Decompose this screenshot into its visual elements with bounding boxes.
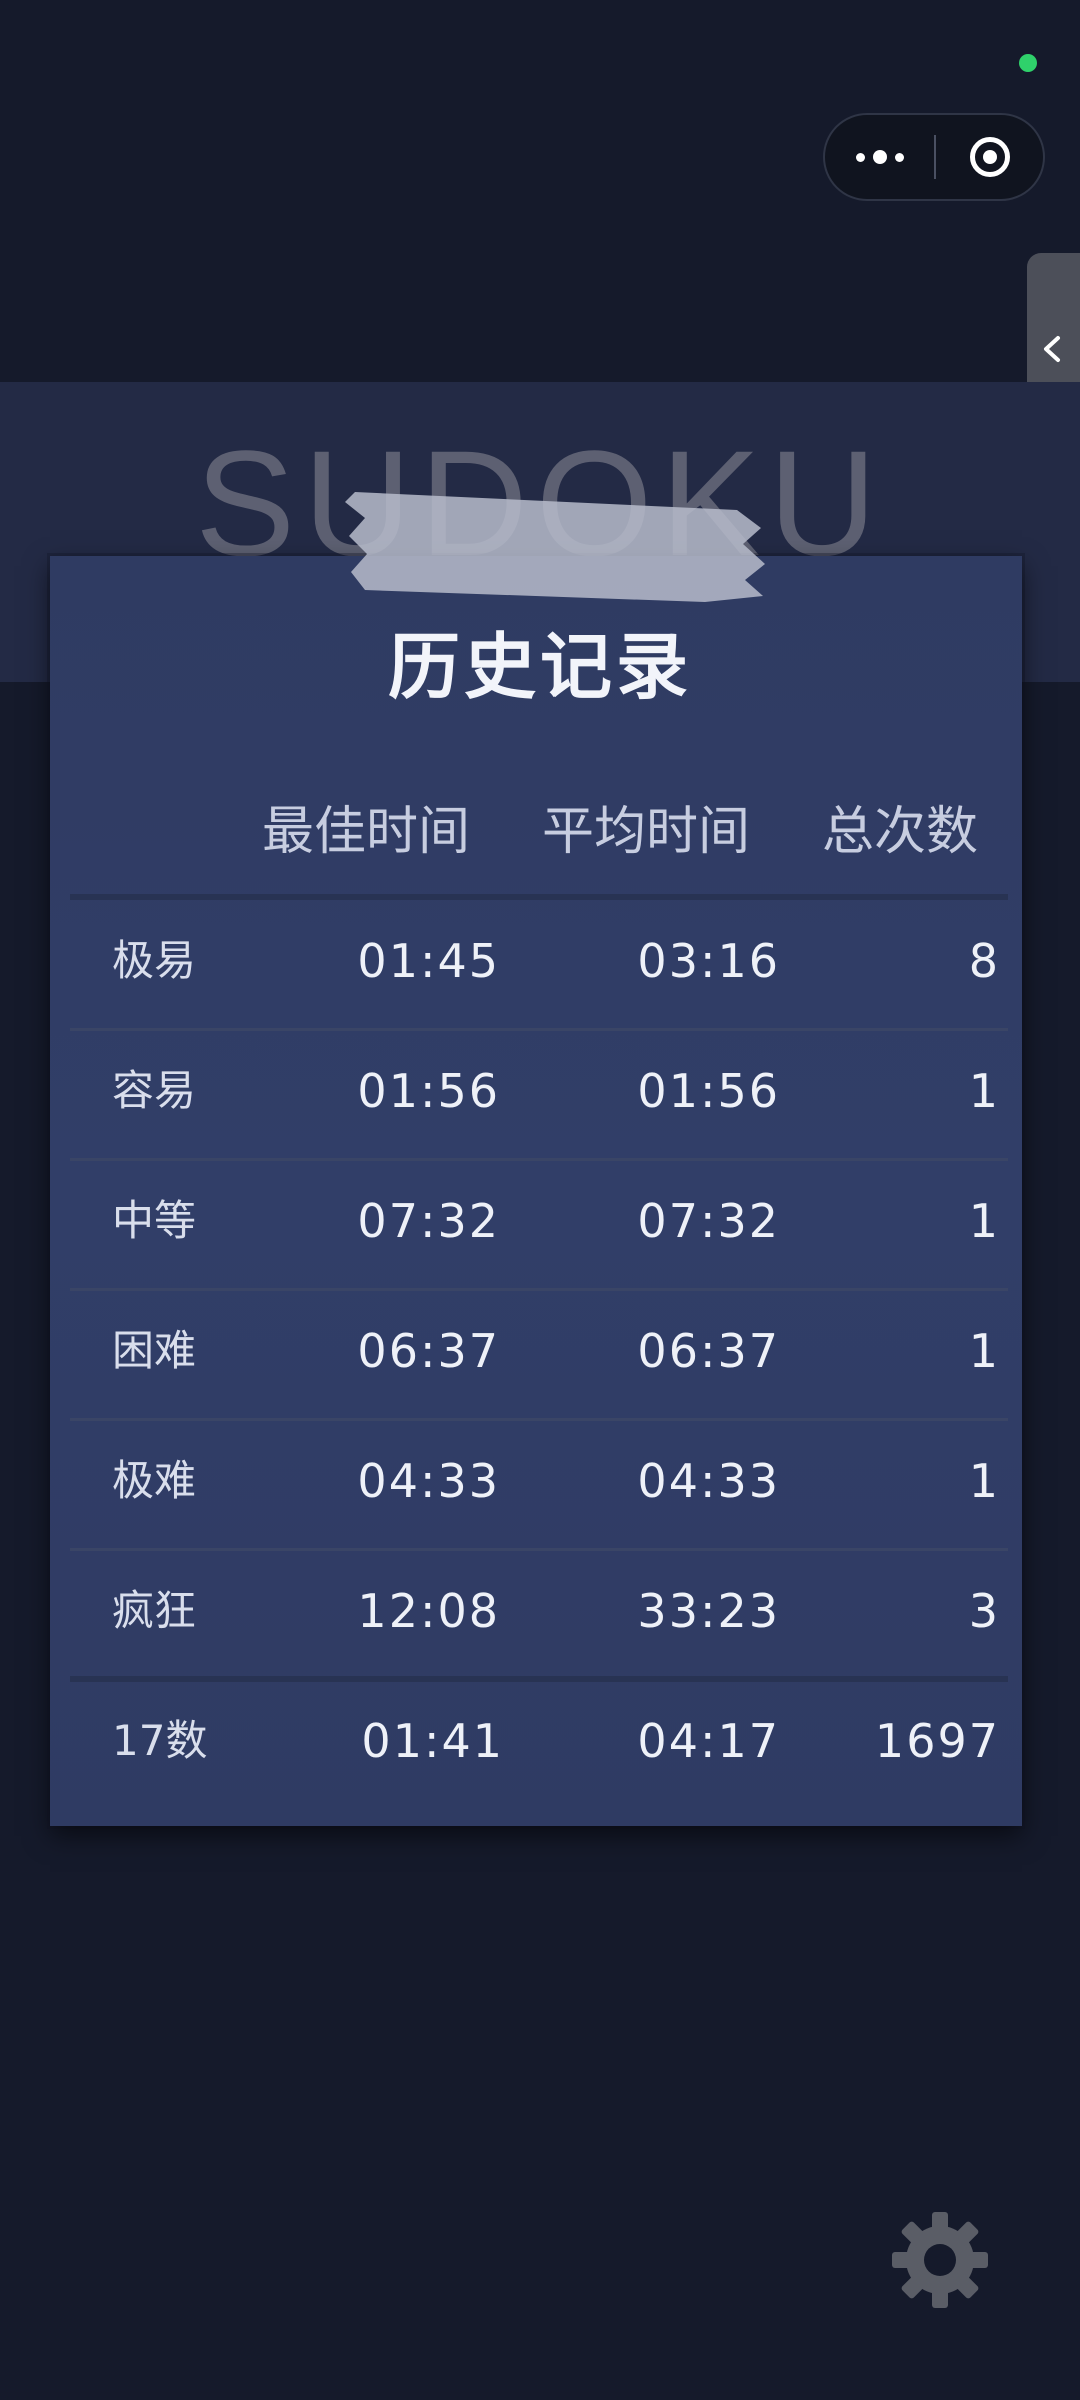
mini-program-close-icon[interactable]: [937, 115, 1043, 199]
row-label-very-easy: 极易: [112, 936, 197, 985]
status-indicator-dot: [1019, 54, 1037, 72]
mini-program-capsule: [823, 113, 1045, 201]
average-time-17-clues: 04:17: [637, 1714, 780, 1768]
count-medium: 1: [968, 1194, 1000, 1248]
best-time-very-hard: 04:33: [357, 1454, 500, 1508]
history-title: 历史记录: [387, 625, 692, 709]
best-time-17-clues: 01:41: [361, 1714, 504, 1768]
row-divider: [70, 1158, 1008, 1161]
chevron-left-icon: [1044, 336, 1060, 362]
count-insane: 3: [968, 1584, 1000, 1638]
average-time-easy: 01:56: [637, 1064, 780, 1118]
row-label-easy: 容易: [112, 1066, 197, 1115]
gear-icon[interactable]: [890, 2210, 990, 2310]
row-divider: [70, 1676, 1008, 1682]
row-label-hard: 困难: [112, 1326, 197, 1375]
average-time-hard: 06:37: [637, 1324, 780, 1378]
average-time-very-hard: 04:33: [637, 1454, 780, 1508]
row-divider: [70, 1288, 1008, 1291]
average-time-insane: 33:23: [637, 1584, 780, 1638]
best-time-insane: 12:08: [357, 1584, 500, 1638]
best-time-easy: 01:56: [357, 1064, 500, 1118]
row-divider: [70, 1028, 1008, 1031]
best-time-hard: 06:37: [357, 1324, 500, 1378]
row-label-17-clues: 17数: [112, 1716, 208, 1765]
column-header-best-time: 最佳时间: [262, 802, 471, 862]
row-label-medium: 中等: [112, 1196, 197, 1245]
best-time-medium: 07:32: [357, 1194, 500, 1248]
row-divider: [70, 1418, 1008, 1421]
count-easy: 1: [968, 1064, 1000, 1118]
more-dots-icon[interactable]: [825, 115, 935, 199]
column-header-average-time: 平均时间: [542, 802, 751, 862]
average-time-very-easy: 03:16: [637, 934, 780, 988]
count-very-hard: 1: [968, 1454, 1000, 1508]
tape-decoration: [345, 492, 765, 602]
average-time-medium: 07:32: [637, 1194, 780, 1248]
best-time-very-easy: 01:45: [357, 934, 500, 988]
column-header-total-count: 总次数: [822, 802, 979, 862]
row-label-insane: 疯狂: [112, 1586, 197, 1635]
history-card: [50, 556, 1022, 1826]
count-17-clues: 1697: [874, 1714, 1000, 1768]
count-hard: 1: [968, 1324, 1000, 1378]
header-divider: [70, 894, 1008, 900]
row-divider: [70, 1548, 1008, 1551]
count-very-easy: 8: [968, 934, 1000, 988]
row-label-very-hard: 极难: [112, 1456, 197, 1505]
capsule-divider: [934, 135, 936, 179]
